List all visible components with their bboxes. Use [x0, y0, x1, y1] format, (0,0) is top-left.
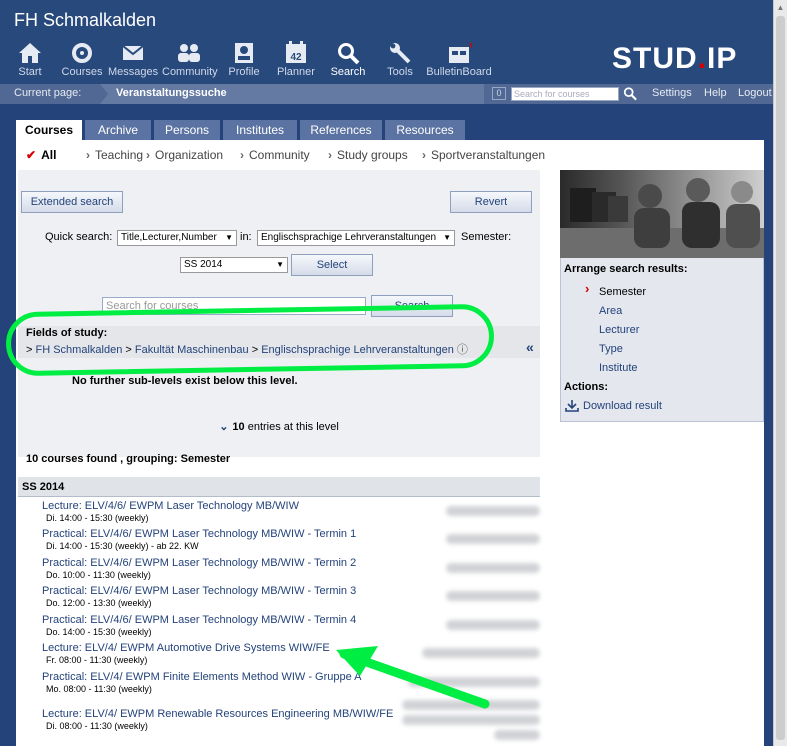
- quick-search-label: Quick search:: [45, 231, 113, 243]
- help-link[interactable]: Help: [704, 87, 727, 99]
- sidebar-item-institute[interactable]: Institute: [599, 362, 638, 374]
- bulletin-icon: ★: [449, 40, 472, 63]
- chevron-right-icon: ›: [240, 148, 244, 162]
- semester-label: Semester:: [461, 231, 512, 243]
- site-title: FH Schmalkalden: [14, 10, 157, 30]
- dropdown-arrow-icon: ▼: [225, 233, 233, 242]
- sidebar-box: Arrange search results: › Semester Area …: [560, 258, 764, 422]
- dropdown-arrow-icon: ▼: [276, 260, 284, 269]
- select-button[interactable]: Select: [291, 254, 373, 276]
- chevron-right-icon: ›: [86, 148, 90, 162]
- breadcrumb-label: Current page:: [14, 87, 82, 99]
- tab-archive[interactable]: Archive: [85, 120, 151, 140]
- notification-badge[interactable]: 0: [492, 87, 506, 100]
- svg-text:★: ★: [468, 40, 472, 51]
- revert-button[interactable]: Revert: [450, 191, 532, 213]
- blurred-lecturer: [446, 534, 540, 544]
- chevron-down-icon: ⌄: [219, 421, 229, 433]
- chevron-right-icon: ›: [146, 148, 150, 162]
- nav-bulletinboard[interactable]: ★ BulletinBoard: [426, 40, 492, 78]
- semester-group-header: SS 2014: [18, 477, 540, 497]
- nav-courses[interactable]: Courses: [60, 40, 104, 78]
- nav-planner[interactable]: 42 Planner: [276, 40, 316, 78]
- sidebar-item-area[interactable]: Area: [599, 305, 622, 317]
- check-icon: ✔: [26, 148, 37, 162]
- profile-icon: [235, 43, 253, 63]
- sidebar-photo: [560, 170, 764, 258]
- no-sublevels-message: No further sub-levels exist below this l…: [72, 375, 298, 387]
- blurred-lecturer: [446, 563, 540, 573]
- chevron-right-icon: ›: [328, 148, 332, 162]
- magnifier-icon: [338, 43, 360, 65]
- group-title: SS 2014: [22, 481, 65, 493]
- range-select[interactable]: Englischsprachige Lehrveranstaltungen ▼: [257, 230, 455, 246]
- blurred-lecturer: [446, 620, 540, 630]
- tab-references[interactable]: References: [300, 120, 382, 140]
- breadcrumb-current: Veranstaltungssuche: [100, 84, 484, 104]
- people-icon: [178, 44, 200, 62]
- nav-messages[interactable]: Messages: [108, 40, 158, 78]
- chevron-right-icon: ›: [422, 148, 426, 162]
- breadcrumb: Current page: Veranstaltungssuche 0 Sear…: [0, 84, 773, 104]
- download-result-link[interactable]: Download result: [583, 400, 662, 412]
- semester-select[interactable]: SS 2014 ▼: [180, 257, 288, 273]
- arrange-title: Arrange search results:: [564, 263, 688, 275]
- envelope-icon: [122, 45, 144, 60]
- nav-search[interactable]: Search: [330, 40, 366, 78]
- house-icon: [19, 43, 41, 63]
- collapse-icon[interactable]: «: [526, 339, 534, 355]
- tab-institutes[interactable]: Institutes: [223, 120, 297, 140]
- scrollbar-thumb[interactable]: [776, 16, 785, 740]
- nav-community[interactable]: Community: [162, 40, 218, 78]
- subnav-organization[interactable]: › Organization: [146, 148, 223, 162]
- nav-profile[interactable]: Profile: [226, 40, 262, 78]
- scroll-up-icon[interactable]: ▲: [774, 1, 787, 14]
- calendar-icon: 42: [286, 41, 306, 63]
- results-summary: 10 courses found , grouping: Semester: [26, 453, 231, 465]
- subnav-community[interactable]: › Community: [240, 148, 310, 162]
- chevron-right-icon: ›: [585, 281, 590, 296]
- dropdown-arrow-icon: ▼: [443, 233, 451, 242]
- wrench-icon: [390, 43, 411, 64]
- scrollbar[interactable]: ▲: [773, 0, 787, 746]
- sub-navigation: ✔ All › Teaching › Organization › Community …: [16, 140, 764, 170]
- actions-title: Actions:: [564, 381, 608, 393]
- extended-search-button[interactable]: Extended search: [21, 191, 123, 213]
- sidebar-item-lecturer[interactable]: Lecturer: [599, 324, 639, 336]
- blurred-lecturer: [446, 591, 540, 601]
- quick-search-select[interactable]: Title,Lecturer,Number ▼: [117, 230, 237, 246]
- logout-link[interactable]: Logout: [738, 87, 772, 99]
- subnav-sportveranstaltungen[interactable]: › Sportveranstaltungen: [422, 148, 545, 162]
- blurred-lecturer: [494, 730, 540, 740]
- tab-courses[interactable]: Courses: [16, 120, 82, 140]
- tab-resources[interactable]: Resources: [385, 120, 465, 140]
- sidebar: Arrange search results: › Semester Area …: [560, 170, 764, 422]
- nav-tools[interactable]: Tools: [384, 40, 416, 78]
- tab-persons[interactable]: Persons: [154, 120, 220, 140]
- entries-toggle[interactable]: ⌄ 10 entries at this level: [18, 410, 540, 457]
- subnav-all[interactable]: ✔ All: [26, 148, 56, 162]
- download-icon: [565, 400, 579, 412]
- subnav-study-groups[interactable]: › Study groups: [328, 148, 408, 162]
- annotation-oval: [5, 303, 495, 377]
- in-label: in:: [240, 231, 252, 243]
- studip-logo: STUD.IP: [612, 42, 738, 75]
- nav-start[interactable]: Start: [14, 40, 46, 78]
- top-bar: FH Schmalkalden Start Courses Messages C…: [0, 0, 773, 84]
- annotation-arrow: [336, 646, 490, 709]
- subnav-teaching[interactable]: › Teaching: [86, 148, 143, 162]
- sidebar-item-semester[interactable]: Semester: [599, 286, 646, 298]
- header-search-input[interactable]: Search for courses: [511, 87, 619, 101]
- magnifier-icon[interactable]: [623, 86, 637, 101]
- courses-icon: [72, 43, 92, 63]
- blurred-lecturer: [402, 715, 540, 725]
- sidebar-item-type[interactable]: Type: [599, 343, 623, 355]
- blurred-lecturer: [446, 506, 540, 516]
- svg-text:42: 42: [290, 52, 302, 63]
- settings-link[interactable]: Settings: [652, 87, 692, 99]
